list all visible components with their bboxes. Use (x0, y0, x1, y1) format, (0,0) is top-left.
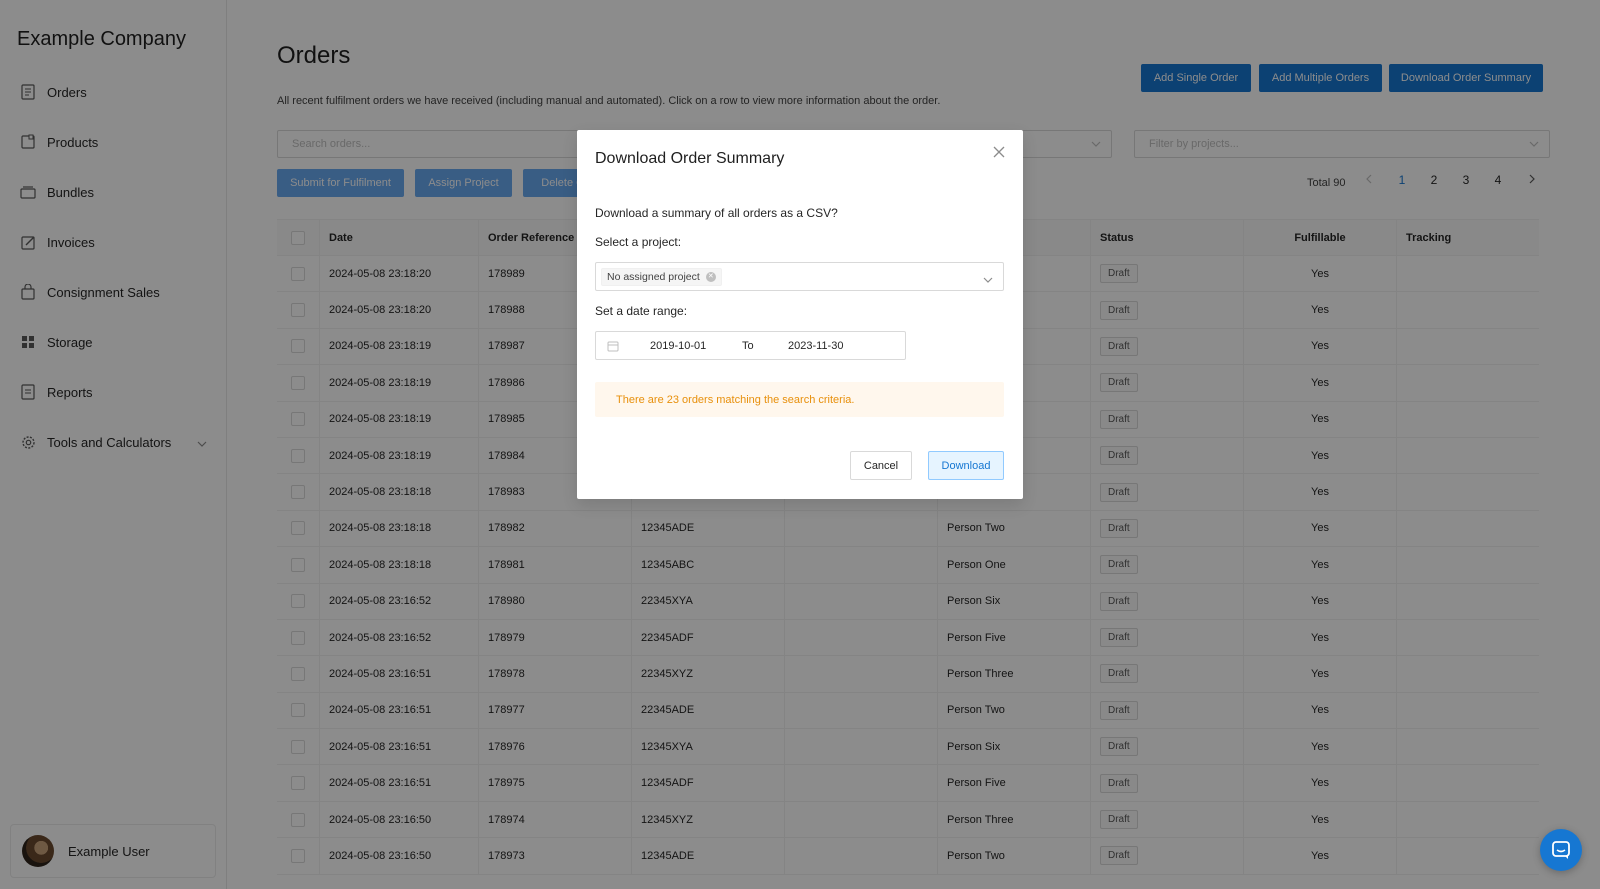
alert-text: There are 23 orders matching the search … (616, 393, 855, 406)
chat-icon (1552, 841, 1570, 859)
remove-chip-icon[interactable]: ✕ (705, 272, 716, 282)
modal-prompt: Download a summary of all orders as a CS… (595, 206, 838, 220)
close-icon[interactable] (991, 146, 1007, 162)
chevron-down-icon (983, 270, 993, 288)
project-chip-label: No assigned project (607, 271, 700, 283)
date-range-label: Set a date range: (595, 304, 688, 318)
date-range-picker[interactable]: 2019-10-01 To 2023-11-30 (595, 331, 906, 360)
chat-launcher-button[interactable] (1540, 829, 1582, 871)
project-label: Select a project: (595, 235, 682, 249)
modal-title: Download Order Summary (595, 150, 785, 167)
download-order-summary-modal: Download Order Summary Download a summar… (577, 130, 1023, 499)
date-to[interactable]: 2023-11-30 (788, 340, 843, 352)
project-select[interactable]: No assigned project ✕ (595, 262, 1004, 291)
calendar-icon (607, 340, 619, 355)
date-to-separator: To (742, 340, 754, 352)
download-button[interactable]: Download (928, 451, 1004, 480)
project-chip: No assigned project ✕ (601, 268, 722, 286)
cancel-button[interactable]: Cancel (850, 451, 912, 480)
match-count-alert: There are 23 orders matching the search … (595, 382, 1004, 417)
date-from[interactable]: 2019-10-01 (650, 340, 706, 352)
